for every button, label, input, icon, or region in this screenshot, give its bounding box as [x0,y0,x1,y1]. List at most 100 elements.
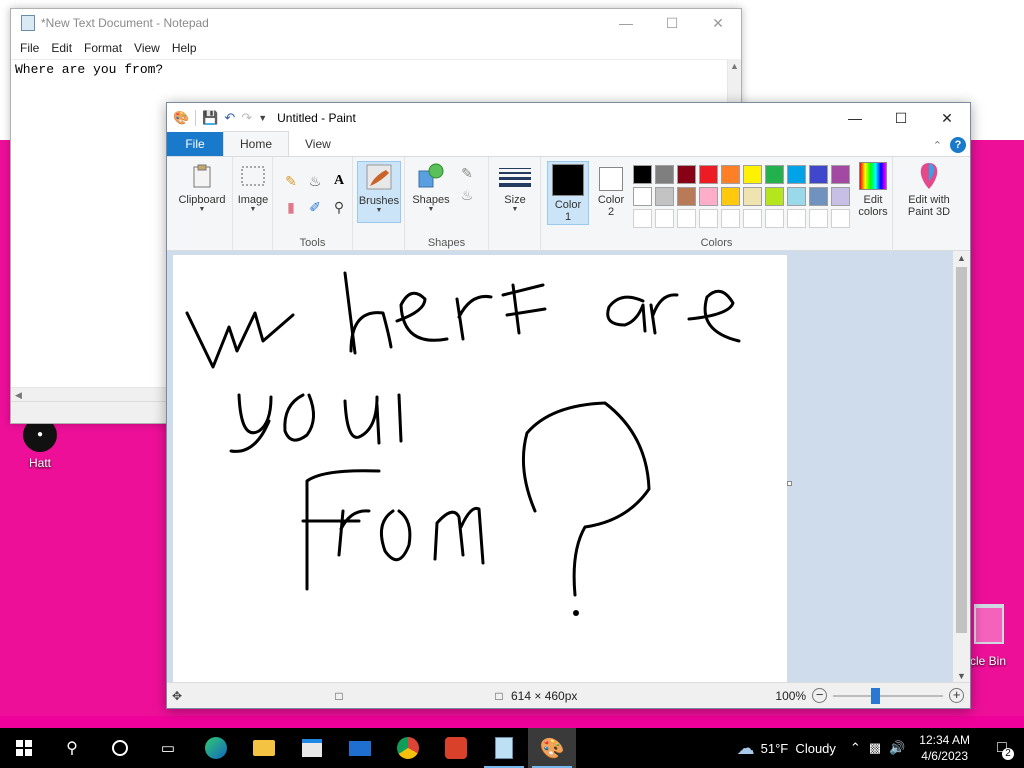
shapes-icon [416,161,446,191]
desktop-icon-hatt[interactable]: ● Hatt [16,418,64,470]
weather-text[interactable]: 51°F Cloudy [761,741,836,756]
shape-fill-icon[interactable]: ♨ [457,185,477,205]
zoom-slider[interactable] [833,687,944,704]
canvas-size-text: 614 × 460px [511,688,578,703]
maximize-button[interactable]: ☐ [878,103,924,133]
color-picker-icon[interactable]: ✐ [305,197,325,217]
paint-titlebar[interactable]: 🎨 💾 ↶ ↷ ▼ Untitled - Paint — ☐ ✕ [167,103,970,133]
cursor-position-icon: ✥ [171,688,183,703]
edit-with-paint3d-label-2: Paint 3D [907,206,951,218]
taskbar-file-explorer[interactable] [240,728,288,768]
search-icon: ⚲ [66,740,78,757]
image-button[interactable]: Image ▼ [233,161,273,213]
close-button[interactable]: ✕ [695,9,741,37]
taskbar-edge[interactable] [192,728,240,768]
zoom-out-button[interactable]: − [812,688,828,703]
outline-icon[interactable]: ✎ [457,163,477,183]
select-icon [238,161,268,191]
zoom-in-button[interactable]: + [949,688,965,703]
folder-icon [253,740,275,756]
windows-icon [16,740,32,756]
action-center-button[interactable]: □ 2 [980,728,1024,768]
edit-colors-label: Edit [863,194,883,206]
taskbar-paint[interactable]: 🎨 [528,728,576,768]
weather-icon[interactable]: ☁ [737,738,755,759]
scroll-up-icon[interactable]: ▲ [728,59,741,73]
text-icon[interactable]: A [329,171,349,191]
undo-icon[interactable]: ↶ [224,110,235,126]
clipboard-button[interactable]: Clipboard ▼ [173,161,231,213]
ribbon-controls: ⌃ ? [933,137,966,153]
taskbar-mail[interactable] [336,728,384,768]
paint-title: Untitled - Paint [277,111,356,125]
resize-handle-right[interactable] [787,481,792,486]
brush-icon [364,162,394,192]
tab-view[interactable]: View [289,132,347,156]
chevron-down-icon: ▼ [375,207,383,214]
selection-size-icon: □ [335,688,343,703]
desktop-icon-label: Hatt [28,456,51,470]
search-button[interactable]: ⚲ [48,728,96,768]
maximize-button[interactable]: ☐ [649,9,695,37]
close-button[interactable]: ✕ [924,103,970,133]
show-hidden-icons-icon[interactable]: ⌃ [850,740,861,756]
tab-file[interactable]: File [167,132,223,156]
shapes-button[interactable]: Shapes ▼ [409,161,453,213]
paint-icon: 🎨 [539,737,565,760]
size-label: Size [504,194,526,206]
zoom-level: 100% [775,688,807,703]
taskbar-app-red[interactable] [432,728,480,768]
taskbar-chrome[interactable] [384,728,432,768]
tab-home[interactable]: Home [223,131,290,156]
task-view-button[interactable]: ▭ [144,728,192,768]
size-button[interactable]: Size ▼ [495,161,535,213]
line-width-icon [499,161,531,191]
eraser-icon[interactable]: ▮ [281,197,301,217]
brushes-button[interactable]: Brushes ▼ [357,161,401,223]
fill-icon[interactable]: ♨ [305,171,325,191]
scroll-down-icon[interactable]: ▼ [953,671,970,681]
customize-toolbar-icon[interactable]: ▼ [258,113,267,123]
zoom-slider-thumb[interactable] [871,687,881,704]
mail-icon [349,740,371,756]
clipboard-icon [187,161,217,191]
volume-icon[interactable]: 🔊 [889,740,905,756]
clipboard-label: Clipboard [178,194,226,206]
menu-format[interactable]: Format [83,41,129,55]
help-icon[interactable]: ? [950,137,966,153]
edit-with-paint3d-button[interactable]: Edit with Paint 3D [901,161,957,218]
drawing-canvas[interactable] [173,255,787,683]
menu-edit[interactable]: Edit [50,41,79,55]
magnifier-icon[interactable]: ⚲ [329,197,349,217]
scroll-left-icon[interactable]: ◀ [15,390,22,400]
redo-icon[interactable]: ↷ [241,110,252,126]
chevron-down-icon: ▼ [249,206,257,213]
menu-file[interactable]: File [19,41,46,55]
menu-view[interactable]: View [133,41,167,55]
minimize-button[interactable]: — [603,9,649,37]
minimize-button[interactable]: — [832,103,878,133]
edit-colors-button[interactable]: Edit colors [853,161,893,218]
handwritten-drawing [185,271,741,616]
taskbar-notepad[interactable] [480,728,528,768]
taskbar-store[interactable] [288,728,336,768]
paint-app-icon[interactable]: 🎨 [173,110,189,126]
network-icon[interactable]: ▩ [869,740,881,756]
save-icon[interactable]: 💾 [202,110,218,126]
canvas-vertical-scrollbar[interactable]: ▲ ▼ [953,251,970,683]
start-button[interactable] [0,728,48,768]
collapse-ribbon-icon[interactable]: ⌃ [933,139,942,152]
scrollbar-thumb[interactable] [956,267,967,633]
cortana-button[interactable] [96,728,144,768]
notepad-titlebar[interactable]: *New Text Document - Notepad — ☐ ✕ [11,9,741,37]
paint3d-icon [914,161,944,191]
clock[interactable]: 12:34 AM 4/6/2023 [909,732,980,764]
image-label: Image [237,194,269,206]
group-brushes: Brushes ▼ [353,157,405,251]
desktop-icon-recycle-bin[interactable]: cle Bin [964,604,1024,668]
menu-help[interactable]: Help [171,41,204,55]
ribbon-tabs: File Home View ⌃ ? [167,131,970,157]
tools-group-label: Tools [299,237,326,249]
pencil-icon[interactable]: ✎ [281,171,301,191]
scroll-up-icon[interactable]: ▲ [953,253,970,263]
